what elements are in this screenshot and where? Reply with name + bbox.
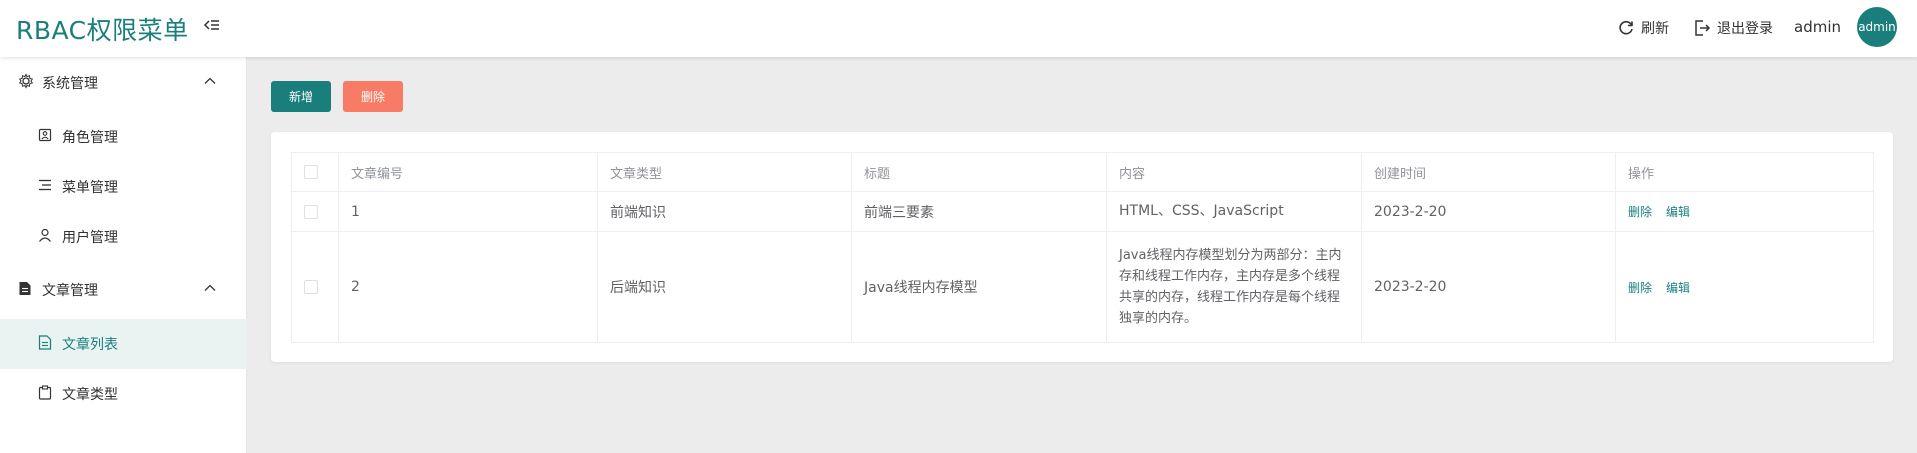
sidebar-item-roles[interactable]: 角色管理 (0, 112, 247, 162)
sidebar-item-users[interactable]: 用户管理 (0, 212, 247, 262)
sidebar-item-menus[interactable]: 菜单管理 (0, 162, 247, 212)
cell-title: 前端三要素 (851, 191, 1107, 232)
role-icon (38, 128, 52, 146)
settings-icon (18, 73, 34, 93)
cell-id: 1 (338, 191, 598, 232)
table-card: 文章编号 文章类型 标题 内容 创建时间 操作 1 前端知识 前端三要素 HTM… (271, 132, 1893, 362)
chevron-up-icon (203, 281, 217, 299)
row-delete-link[interactable]: 删除 (1628, 281, 1652, 295)
row-checkbox[interactable] (304, 280, 318, 294)
username[interactable]: admin (1794, 18, 1841, 36)
logout-icon (1695, 20, 1711, 36)
row-delete-link[interactable]: 删除 (1628, 205, 1652, 219)
menu-list-icon (38, 178, 52, 196)
cell-actions: 删除 编辑 (1615, 191, 1874, 232)
clipboard-icon (38, 384, 52, 404)
top-header: RBAC权限菜单 刷新 退出登录 admin admin (0, 0, 1917, 57)
sidebar: 系统管理 角色管理 菜单管理 用户管理 文章管理 文章列表 文章类型 (0, 57, 247, 453)
select-all-cell (291, 152, 339, 192)
sidebar-group-label: 文章管理 (42, 283, 98, 299)
main-content: 新增 删除 文章编号 文章类型 标题 内容 创建时间 操作 1 前端知识 前端三… (247, 57, 1917, 453)
cell-type: 后端知识 (597, 231, 852, 343)
sidebar-item-label: 文章列表 (62, 337, 118, 353)
add-button[interactable]: 新增 (271, 81, 331, 112)
cell-id: 2 (338, 231, 598, 343)
sidebar-group-system[interactable]: 系统管理 (0, 57, 247, 109)
column-header: 标题 (851, 152, 1107, 192)
sidebar-item-label: 菜单管理 (62, 180, 118, 196)
chevron-up-icon (203, 74, 217, 92)
batch-delete-button[interactable]: 删除 (343, 81, 403, 112)
sidebar-group-articles[interactable]: 文章管理 (0, 264, 247, 316)
column-header: 创建时间 (1361, 152, 1616, 192)
sidebar-group-label: 系统管理 (42, 76, 98, 92)
refresh-label: 刷新 (1641, 21, 1669, 37)
cell-created: 2023-2-20 (1361, 191, 1616, 232)
refresh-button[interactable]: 刷新 (1617, 17, 1669, 39)
sidebar-item-article-list[interactable]: 文章列表 (0, 319, 247, 369)
row-checkbox[interactable] (304, 204, 318, 219)
row-select-cell (291, 231, 339, 343)
avatar[interactable]: admin (1857, 7, 1897, 47)
table-row: 2 后端知识 Java线程内存模型 Java线程内存模型划分为两部分：主内存和线… (291, 231, 1874, 343)
cell-type: 前端知识 (597, 191, 852, 232)
table-row: 1 前端知识 前端三要素 HTML、CSS、JavaScript 2023-2-… (291, 191, 1874, 232)
cell-title: Java线程内存模型 (851, 231, 1107, 343)
select-all-checkbox[interactable] (304, 165, 318, 179)
sidebar-item-label: 角色管理 (62, 130, 118, 146)
app-logo: RBAC权限菜单 (16, 16, 189, 45)
column-header: 文章编号 (338, 152, 598, 192)
refresh-icon (1619, 20, 1633, 35)
row-edit-link[interactable]: 编辑 (1666, 205, 1690, 219)
row-edit-link[interactable]: 编辑 (1666, 281, 1690, 295)
cell-content: Java线程内存模型划分为两部分：主内存和线程工作内存，主内存是多个线程共享的内… (1106, 231, 1362, 343)
column-header: 操作 (1615, 152, 1874, 192)
document-icon (18, 281, 32, 300)
cell-created: 2023-2-20 (1361, 231, 1616, 343)
article-icon (38, 334, 52, 354)
cell-content: HTML、CSS、JavaScript (1106, 191, 1362, 232)
row-select-cell (291, 191, 339, 232)
collapse-sidebar-icon[interactable] (202, 16, 222, 36)
logout-button[interactable]: 退出登录 (1693, 17, 1773, 39)
article-table: 文章编号 文章类型 标题 内容 创建时间 操作 1 前端知识 前端三要素 HTM… (291, 152, 1874, 343)
logout-label: 退出登录 (1717, 21, 1773, 37)
sidebar-item-label: 用户管理 (62, 230, 118, 246)
table-header-row: 文章编号 文章类型 标题 内容 创建时间 操作 (291, 152, 1874, 192)
column-header: 内容 (1106, 152, 1362, 192)
sidebar-item-article-types[interactable]: 文章类型 (0, 369, 247, 419)
sidebar-item-label: 文章类型 (62, 387, 118, 403)
column-header: 文章类型 (597, 152, 852, 192)
user-icon (38, 228, 52, 246)
cell-actions: 删除 编辑 (1615, 231, 1874, 343)
